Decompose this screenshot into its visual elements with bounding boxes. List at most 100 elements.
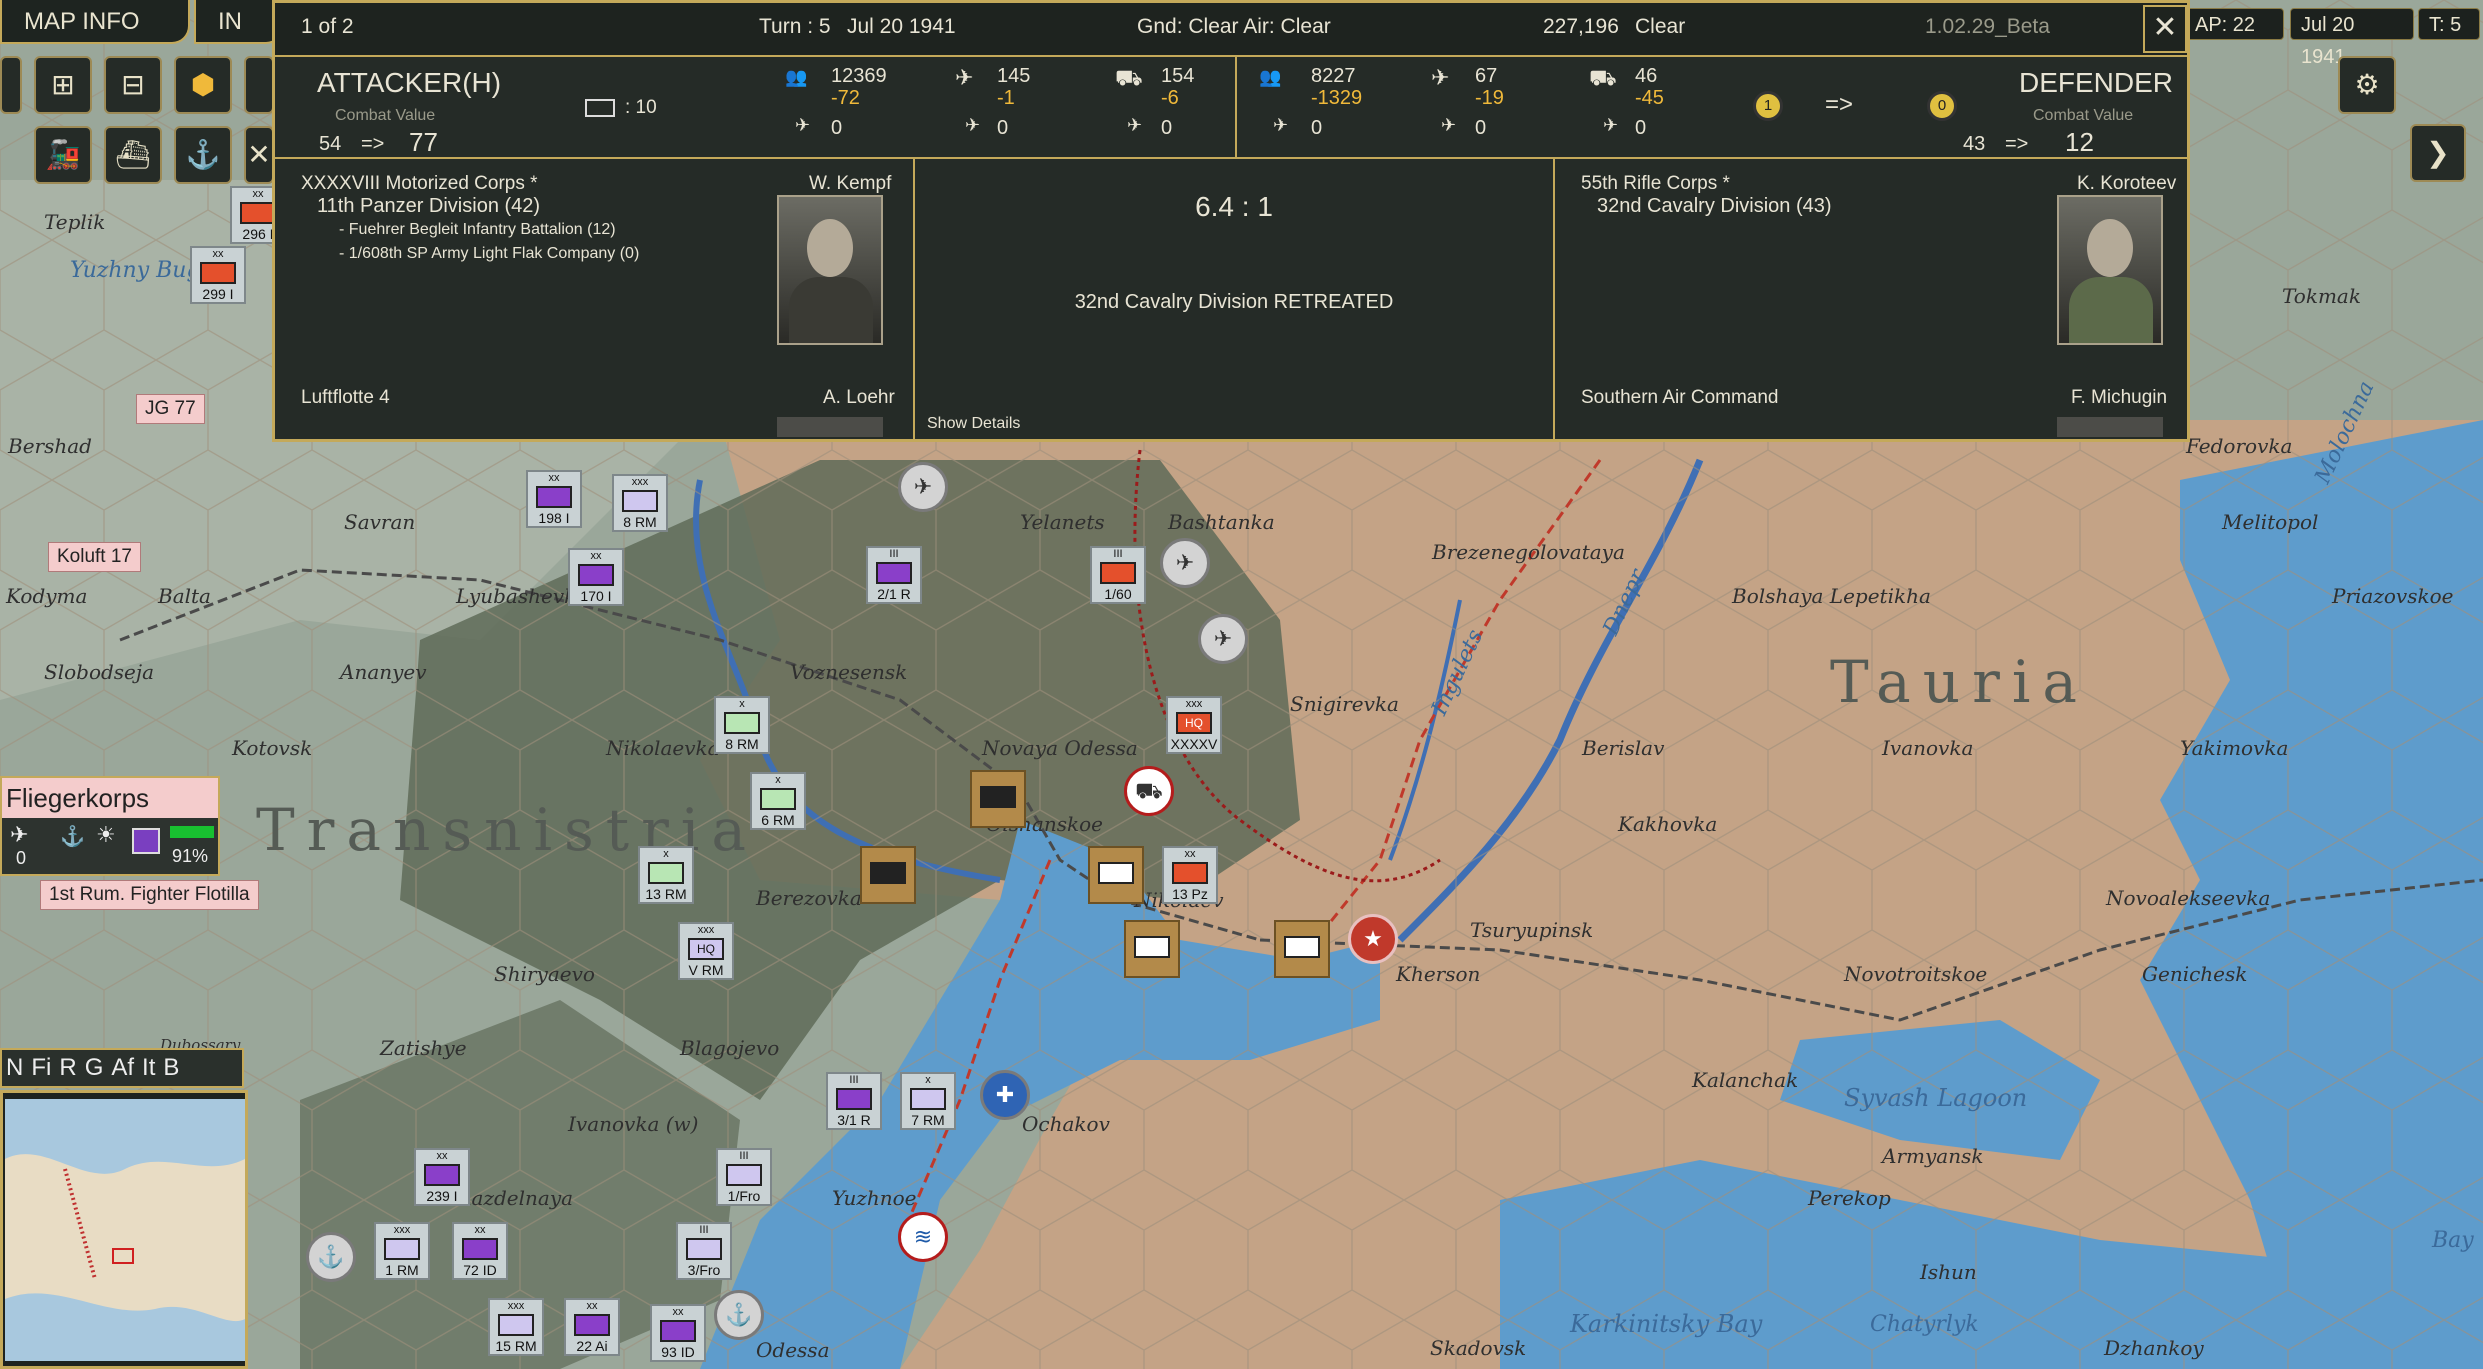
combat-result: 6.4 : 1 32nd Cavalry Division RETREATED … <box>915 159 1555 442</box>
air-unit-label[interactable]: 1st Rum. Fighter Flotilla <box>40 880 259 910</box>
map-label-yuzhny-bug: Yuzhny Bug <box>70 258 201 283</box>
combat-turn: Turn : 5 <box>759 15 831 38</box>
filter-r[interactable]: R <box>55 1054 80 1081</box>
defender-men: 8227 <box>1311 65 1356 87</box>
tab-map-info[interactable]: MAP INFO <box>0 0 190 44</box>
transport-icon[interactable]: ⚓ <box>174 126 232 184</box>
show-details-link[interactable]: Show Details <box>927 415 1020 433</box>
map-label-yakimovka: Yakimovka <box>2180 736 2289 760</box>
unit-counter[interactable]: x8 RM <box>714 696 770 754</box>
attacker-air-command: Luftflotte 4 <box>301 387 390 408</box>
filter-af[interactable]: Af <box>107 1054 138 1081</box>
unit-counter[interactable] <box>1088 846 1144 904</box>
filter-it[interactable]: It <box>138 1054 159 1081</box>
next-arrow-icon[interactable]: ❯ <box>2410 124 2466 182</box>
map-label-berezovka: Berezovka <box>756 886 862 910</box>
experience-medal-icon: 0 <box>1927 91 1957 121</box>
remove-unit-icon[interactable]: ⊟ <box>104 56 162 114</box>
naval-marker[interactable]: ⚓ <box>714 1290 764 1340</box>
unit-counter[interactable]: III 1/60 <box>1090 546 1146 604</box>
map-label-ivanovka: Ivanovka <box>1882 736 1974 760</box>
airbase-marker[interactable]: ✈ <box>898 462 948 512</box>
filter-b[interactable]: B <box>159 1054 183 1081</box>
map-label-brezenegolovataya: Brezenegolovataya <box>1432 540 1625 564</box>
unit-counter[interactable]: xxx 15 RM <box>488 1298 544 1356</box>
terrain-icon <box>585 99 615 117</box>
toolbar-button[interactable] <box>0 56 22 114</box>
filter-fi[interactable]: Fi <box>27 1054 55 1081</box>
ship-icon[interactable]: ⛴ <box>104 126 162 184</box>
air-tactical-icon: ✈ <box>1127 115 1143 135</box>
air-unit-label-koluft17[interactable]: Koluft 17 <box>48 542 141 572</box>
map-label-kotovsk: Kotovsk <box>232 736 313 760</box>
toolbar-button[interactable] <box>244 56 274 114</box>
map-label-bay: Bay <box>2432 1228 2474 1253</box>
soviet-hq-marker[interactable]: ★ <box>1348 914 1398 964</box>
unit-counter[interactable] <box>1274 920 1330 978</box>
unit-counter[interactable]: xxx 8 RM <box>612 474 668 532</box>
naval-marker[interactable]: ≋ <box>898 1212 948 1262</box>
naval-marker[interactable]: ⚓ <box>306 1232 356 1282</box>
unit-counter[interactable]: x6 RM <box>750 772 806 830</box>
unit-counter[interactable]: x7 RM <box>900 1072 956 1130</box>
map-label-yuzhnoe: Yuzhnoe <box>832 1186 917 1210</box>
unit-counter[interactable] <box>1124 920 1180 978</box>
ground-icon: ⚓ <box>60 826 85 848</box>
unit-counter[interactable]: xxx 1 RM <box>374 1222 430 1280</box>
defender-air3: 0 <box>1635 117 1647 139</box>
filter-n[interactable]: N <box>2 1054 27 1081</box>
airbase-marker[interactable]: ✈ <box>1160 538 1210 588</box>
production-icon[interactable]: ⚙ <box>2338 56 2396 114</box>
attacker-cv-from: 54 <box>319 133 342 155</box>
tank-marker[interactable]: ⛟ <box>1124 766 1174 816</box>
unit-counter[interactable]: xx 239 I <box>414 1148 470 1206</box>
attacker-air2: 0 <box>997 117 1009 139</box>
unit-type-icon <box>132 828 160 854</box>
filter-strip: N Fi R G Af It B <box>0 1048 244 1088</box>
plane-icon: ✈ <box>955 65 974 90</box>
filter-g[interactable]: G <box>81 1054 108 1081</box>
air-unit-label-jg77[interactable]: JG 77 <box>136 394 205 424</box>
attacker-division: 11th Panzer Division (42) <box>317 195 541 217</box>
unit-counter[interactable]: xx 22 Ai <box>564 1298 620 1356</box>
close-button[interactable]: ✕ <box>2143 5 2187 53</box>
unit-counter[interactable]: xxx HQ V RM <box>678 922 734 980</box>
defender-details: 55th Rifle Corps * K. Koroteev 32nd Cava… <box>1555 159 2187 442</box>
unit-counter[interactable]: xx 299 I <box>190 246 246 304</box>
map-label-novaya-odessa: Novaya Odessa <box>982 736 1138 760</box>
defender-cv-label: Combat Value <box>2033 107 2134 124</box>
map-label-balta: Balta <box>158 584 211 608</box>
rail-icon[interactable]: 🚂 <box>34 126 92 184</box>
attacker-sub-unit: - 1/608th SP Army Light Flak Company (0) <box>339 245 640 262</box>
minimap[interactable] <box>0 1090 248 1369</box>
close-icon[interactable]: ✕ <box>244 126 274 184</box>
attacker-air3: 0 <box>1161 117 1173 139</box>
unit-counter[interactable]: xxx HQ XXXXV <box>1166 696 1222 754</box>
add-unit-icon[interactable]: ⊞ <box>34 56 92 114</box>
combat-value: 227,196 <box>1543 15 1619 38</box>
hex-icon[interactable]: ⬢ <box>174 56 232 114</box>
unit-counter[interactable] <box>970 770 1026 828</box>
unit-counter[interactable]: xx 93 ID <box>650 1304 706 1362</box>
defender-cv-to: 12 <box>2065 127 2094 157</box>
fliegerkorps-panel[interactable]: Fliegerkorps ✈ 0 ⚓ ☀ 91% <box>0 776 220 876</box>
unit-counter[interactable]: III 3/Fro <box>676 1222 732 1280</box>
airbase-marker[interactable]: ✈ <box>1198 614 1248 664</box>
unit-counter[interactable] <box>860 846 916 904</box>
map-label-chatyrlyk: Chatyrlyk <box>1870 1312 1979 1337</box>
combat-header: 1 of 2 Turn : 5 Jul 20 1941 Gnd: Clear A… <box>275 3 2187 57</box>
defender-corps: 55th Rifle Corps * <box>1581 173 1730 194</box>
unit-counter[interactable]: xx 72 ID <box>452 1222 508 1280</box>
unit-counter[interactable]: x 13 RM <box>638 846 694 904</box>
tab-second[interactable]: IN <box>194 0 284 44</box>
unit-counter[interactable]: III 3/1 R <box>826 1072 882 1130</box>
naval-marker[interactable]: ✚ <box>980 1070 1030 1120</box>
defender-planes-loss: -19 <box>1475 87 1504 109</box>
unit-counter[interactable]: xx 198 I <box>526 470 582 528</box>
unit-counter[interactable]: xx 170 I <box>568 548 624 606</box>
fliegerkorps-title: Fliegerkorps <box>2 778 218 818</box>
map-label-shiryaevo: Shiryaevo <box>494 962 595 986</box>
unit-counter[interactable]: III 2/1 R <box>866 546 922 604</box>
unit-counter[interactable]: xx 13 Pz <box>1162 846 1218 904</box>
unit-counter[interactable]: III 1/Fro <box>716 1148 772 1206</box>
